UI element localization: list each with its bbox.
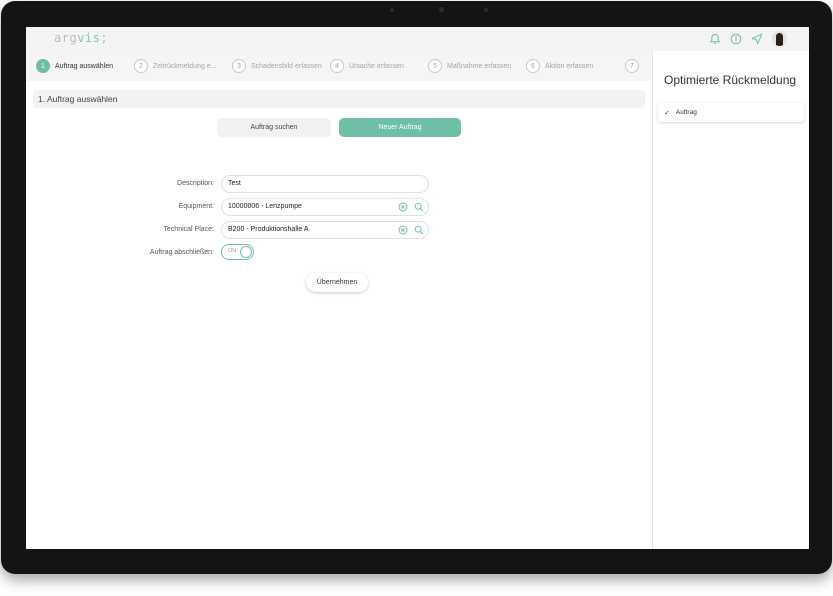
side-item-label: Auftrag — [675, 109, 697, 116]
user-avatar[interactable] — [772, 31, 787, 46]
step-label: Ursache erfassen — [349, 62, 404, 70]
step-1[interactable]: 1 Auftrag auswählen — [36, 58, 113, 74]
wizard-step-bar: 1 Auftrag auswählen 2 Zeitrückmeldung e.… — [26, 51, 652, 81]
toggle-text: ON — [228, 248, 237, 254]
apply-button[interactable]: Übernehmen — [306, 273, 368, 292]
step-number: 5 — [428, 59, 442, 73]
camera-lens — [439, 7, 444, 12]
step-number: 3 — [232, 59, 246, 73]
step-2[interactable]: 2 Zeitrückmeldung e... — [134, 58, 216, 74]
section-title: 1. Auftrag auswählen — [33, 90, 645, 108]
technical-place-label: Technical Place: — [163, 226, 214, 233]
checkmark-icon: ✓ — [664, 109, 670, 117]
description-label: Description: — [177, 180, 214, 187]
close-order-toggle[interactable]: ON — [221, 244, 254, 260]
equipment-input[interactable]: 10000006 - Lenzpumpe — [221, 198, 429, 216]
send-icon[interactable] — [751, 33, 763, 45]
side-panel: Optimierte Rückmeldung ✓ Auftrag — [652, 51, 809, 549]
main-content: 1 Auftrag auswählen 2 Zeitrückmeldung e.… — [26, 51, 652, 549]
step-label: Maßnahme erfassen — [447, 62, 512, 70]
step-number: 2 — [134, 59, 148, 73]
toggle-knob — [240, 246, 252, 258]
step-number: 4 — [330, 59, 344, 73]
new-order-tab[interactable]: Neuer Auftrag — [339, 118, 461, 137]
technical-place-value: B200 - Produktionshalle A — [228, 226, 309, 233]
step-label: Schadensbild erfassen — [251, 62, 322, 70]
step-number: 6 — [526, 59, 540, 73]
step-number: 7 — [625, 59, 639, 73]
step-7[interactable]: 7 — [625, 58, 639, 74]
technical-place-input[interactable]: B200 - Produktionshalle A — [221, 221, 429, 239]
equipment-label: Equipment: — [178, 203, 214, 210]
bell-icon[interactable] — [709, 33, 721, 45]
clear-icon[interactable] — [398, 225, 408, 242]
tablet-frame: argvis; 1 Auftrag auswählen 2 Zeitrückme… — [1, 1, 832, 574]
side-panel-title: Optimierte Rückmeldung — [664, 73, 797, 87]
equipment-value: 10000006 - Lenzpumpe — [228, 203, 302, 210]
info-icon[interactable] — [730, 33, 742, 45]
step-4[interactable]: 4 Ursache erfassen — [330, 58, 404, 74]
clear-icon[interactable] — [398, 202, 408, 219]
step-label: Zeitrückmeldung e... — [153, 62, 217, 70]
sensor-dot — [484, 8, 488, 12]
search-icon[interactable] — [414, 202, 424, 219]
top-bar-icons — [709, 31, 787, 46]
search-icon[interactable] — [414, 225, 424, 242]
step-number: 1 — [36, 59, 50, 73]
step-label: Aktion erfassen — [545, 62, 594, 70]
description-value: Test — [228, 180, 241, 187]
step-6[interactable]: 6 Aktion erfassen — [526, 58, 593, 74]
app-screen: argvis; 1 Auftrag auswählen 2 Zeitrückme… — [26, 27, 809, 549]
app-logo[interactable]: argvis; — [54, 31, 108, 45]
step-3[interactable]: 3 Schadensbild erfassen — [232, 58, 322, 74]
side-list-item[interactable]: ✓ Auftrag — [658, 103, 804, 122]
step-label: Auftrag auswählen — [55, 62, 113, 70]
sensor-dot — [390, 8, 394, 12]
description-input[interactable]: Test — [221, 175, 429, 193]
top-bar: argvis; — [26, 27, 809, 51]
step-5[interactable]: 5 Maßnahme erfassen — [428, 58, 511, 74]
search-order-tab[interactable]: Auftrag suchen — [217, 118, 331, 137]
close-order-label: Auftrag abschließen: — [149, 249, 214, 256]
